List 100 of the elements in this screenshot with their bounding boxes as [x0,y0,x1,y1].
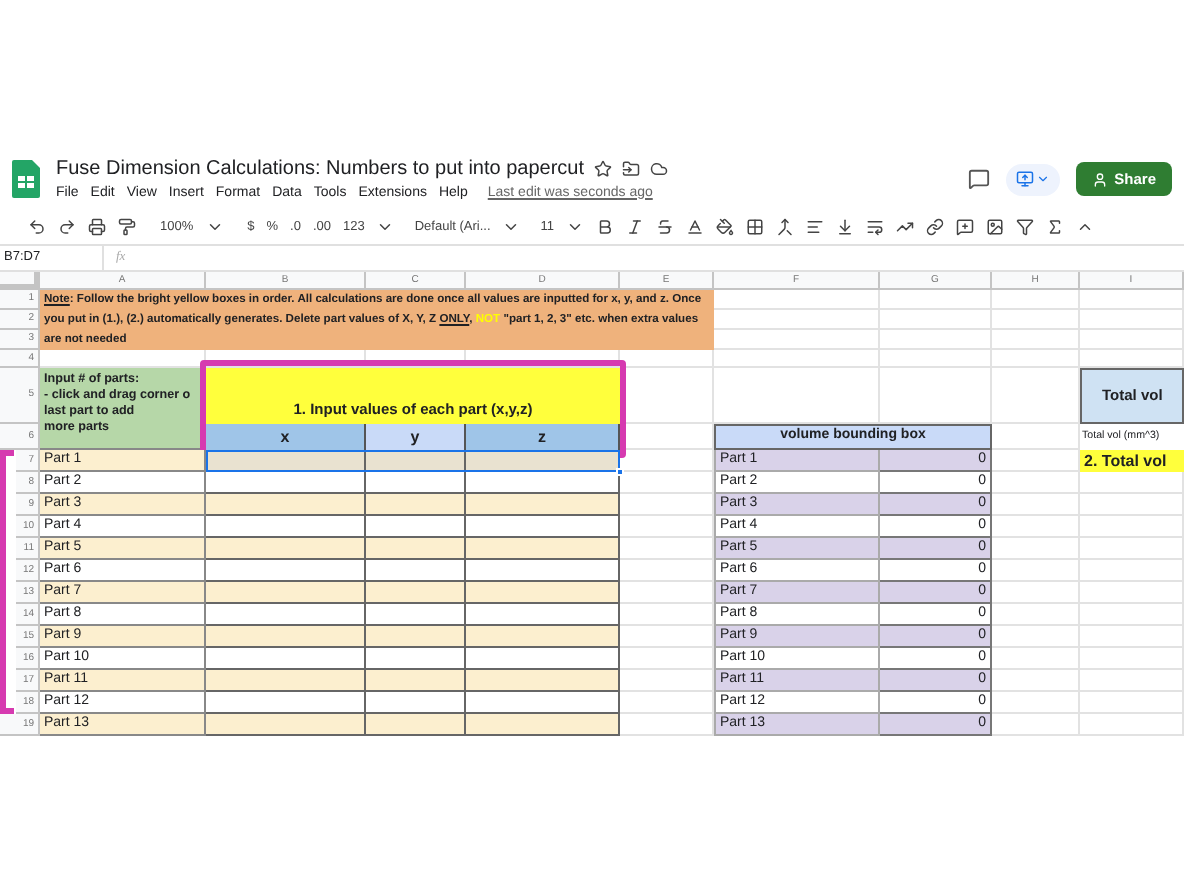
print-icon[interactable] [88,218,106,236]
input-cell[interactable] [466,472,620,494]
input-cell[interactable] [466,538,620,560]
total-result-cell: 2. Total vol [1080,450,1184,472]
input-cell[interactable] [366,582,466,604]
input-cell[interactable] [466,494,620,516]
empty-cell[interactable] [880,330,992,350]
empty-cell[interactable] [1080,516,1184,538]
corner-cell[interactable] [0,272,40,290]
input-cell[interactable] [366,714,466,736]
input-cell[interactable] [466,670,620,692]
empty-cell[interactable] [1080,330,1184,350]
input-cell[interactable] [206,648,366,670]
input-cell[interactable] [366,670,466,692]
empty-cell[interactable] [992,350,1080,368]
input-cell[interactable] [466,516,620,538]
empty-cell[interactable] [1080,648,1184,670]
empty-cell[interactable] [880,350,992,368]
strikethrough-icon[interactable] [656,218,675,236]
bold-icon[interactable] [596,218,615,236]
caret-icon[interactable] [376,218,395,236]
empty-cell[interactable] [1080,582,1184,604]
input-cell[interactable] [466,582,620,604]
italic-icon[interactable] [626,218,645,236]
empty-cell[interactable] [1080,560,1184,582]
input-cell[interactable] [366,648,466,670]
empty-cell[interactable] [1080,604,1184,626]
input-cell[interactable] [366,538,466,560]
sheets-logo-icon[interactable] [12,160,40,198]
borders-icon[interactable] [746,218,765,236]
empty-cell[interactable] [714,310,880,330]
input-cell[interactable] [366,692,466,714]
empty-cell[interactable] [1080,290,1184,310]
sigma-icon[interactable] [1046,218,1065,236]
empty-cell[interactable] [714,330,880,350]
empty-cell[interactable] [992,290,1080,310]
input-cell[interactable] [466,648,620,670]
comment-icon[interactable] [968,168,991,190]
empty-cell[interactable] [1080,494,1184,516]
empty-cell[interactable] [1080,670,1184,692]
empty-cell[interactable] [714,350,880,368]
add-comment-icon[interactable] [956,218,975,236]
empty-cell[interactable] [620,350,714,368]
empty-cell[interactable] [1080,310,1184,330]
collapse-icon[interactable] [1076,218,1095,236]
empty-cell[interactable] [880,310,992,330]
fill-handle[interactable] [616,468,624,476]
star-icon[interactable] [594,159,613,177]
document-title[interactable]: Fuse Dimension Calculations: Numbers to put into papercut [56,155,585,181]
caret-icon[interactable] [502,218,521,236]
text-color-icon[interactable] [686,218,705,236]
image-icon[interactable] [986,218,1005,236]
input-cell[interactable] [366,472,466,494]
empty-cell[interactable] [1080,538,1184,560]
input-cell[interactable] [206,604,366,626]
input-cell[interactable] [366,560,466,582]
input-cell[interactable] [206,714,366,736]
angled-arrow-icon[interactable] [896,218,915,236]
input-cell[interactable] [206,692,366,714]
input-cell[interactable] [366,626,466,648]
merge-icon[interactable] [776,218,795,236]
fill-color-icon[interactable] [716,218,735,236]
empty-cell[interactable] [1080,626,1184,648]
input-cell[interactable] [366,516,466,538]
empty-cell[interactable] [1080,692,1184,714]
link-icon[interactable] [926,218,945,236]
folder-icon[interactable] [622,159,641,177]
input-cell[interactable] [206,472,366,494]
vertical-align-icon[interactable] [836,218,855,236]
caret-icon[interactable] [566,218,585,236]
cloud-icon[interactable] [650,159,669,177]
input-cell[interactable] [466,626,620,648]
empty-cell[interactable] [992,330,1080,350]
input-cell[interactable] [466,714,620,736]
empty-cell[interactable] [714,290,880,310]
input-cell[interactable] [206,516,366,538]
present-button[interactable] [1006,163,1061,195]
input-cell[interactable] [206,494,366,516]
redo-icon[interactable] [58,218,76,236]
caret-icon[interactable] [205,218,224,236]
empty-cell[interactable] [1080,714,1184,736]
input-cell[interactable] [206,538,366,560]
wrap-icon[interactable] [866,218,885,236]
undo-icon[interactable] [28,218,46,236]
filter-icon[interactable] [1016,218,1035,236]
input-cell[interactable] [466,692,620,714]
input-cell[interactable] [206,626,366,648]
input-cell[interactable] [206,670,366,692]
input-cell[interactable] [466,560,620,582]
paint-roller-icon[interactable] [118,218,136,236]
empty-cell[interactable] [880,290,992,310]
input-cell[interactable] [366,494,466,516]
column-heading-cell: y [366,424,466,450]
input-cell[interactable] [206,560,366,582]
input-cell[interactable] [366,604,466,626]
input-cell[interactable] [206,582,366,604]
input-cell[interactable] [466,604,620,626]
empty-cell[interactable] [992,310,1080,330]
empty-cell[interactable] [1080,472,1184,494]
align-icon[interactable] [806,218,825,236]
